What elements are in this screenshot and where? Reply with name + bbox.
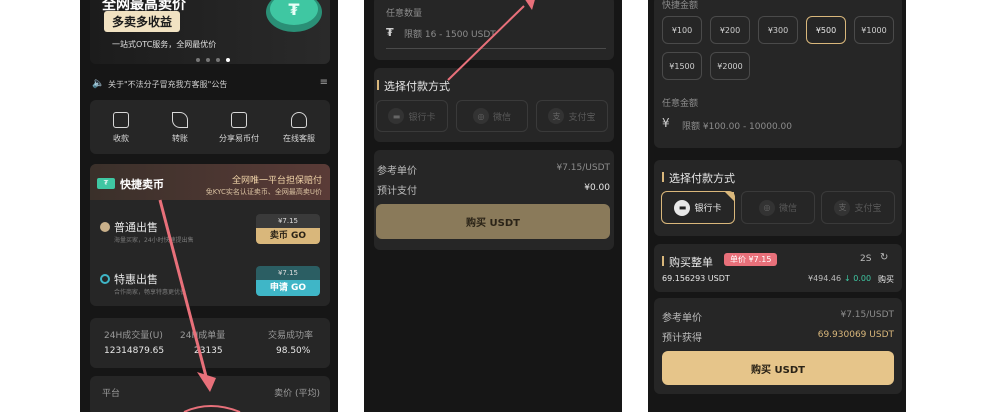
annotation-arrow [158,199,241,412]
summary-card: 参考单价 ¥7.15/USDT 预计获得 69.930069 USDT 购买 U… [654,298,902,394]
est-pay-label: 预计支付 [377,186,417,197]
selected-check-icon [725,192,734,201]
order-change: ↓ 0.00 [844,274,872,283]
ref-price-label: 参考单价 [377,166,417,177]
buy-screen-a: 任意数量 ₮ 限额 16 - 1500 USDT 选择付款方式 ▬ 银行卡 ◎ 微信… [364,0,622,412]
whole-order-title: 购买整单 [662,254,713,270]
amount-chip-500[interactable]: ¥500 [806,16,846,44]
alipay-icon: 支 [834,199,851,216]
method-alipay[interactable]: 支支付宝 [821,191,895,224]
amount-input[interactable]: 限额 ¥100.00 - 10000.00 [682,119,792,132]
unit-price-badge: 单价 ¥7.15 [724,253,778,266]
amount-chip-300[interactable]: ¥300 [758,16,798,44]
order-amount: 69.156293 USDT [662,274,730,283]
annotation-arrow [447,0,535,81]
wechat-icon: ◎ [758,199,775,216]
buy-usdt-button[interactable]: 购买 USDT [662,351,894,385]
buy-usdt-button[interactable]: 购买 USDT [376,204,610,239]
amount-chip-100[interactable]: ¥100 [662,16,702,44]
countdown: 2S [860,254,872,264]
amount-chip-2000[interactable]: ¥2000 [710,52,750,80]
refresh-icon[interactable]: ↻ [880,252,888,263]
est-get-value: 69.930069 USDT [817,330,894,340]
yen-icon: ¥ [662,116,670,130]
order-buy-link[interactable]: 购买 [878,274,894,285]
payment-card: 选择付款方式 ▬ 银行卡 ◎ 微信 支支付宝 [654,160,902,236]
home-screen: 全网最高卖价 多卖多收益 一站式OTC服务，全网最优价 ₮ 🔈 关于"不法分子冒… [80,0,338,412]
whole-order-card: 购买整单 单价 ¥7.15 2S ↻ 69.156293 USDT ¥494.4… [654,244,902,292]
quick-amount-label: 快捷金额 [662,1,699,11]
buy-screen-b: 快捷金额 ¥100 ¥200 ¥300 ¥500 ¥1000 ¥1500 ¥20… [648,0,906,412]
summary-card: 参考单价 ¥7.15/USDT 预计支付 ¥0.00 购买 USDT [374,150,614,250]
any-amount-label: 任意金额 [662,99,699,109]
bank-card-icon: ▬ [674,199,691,216]
est-get-label: 预计获得 [662,333,702,344]
est-pay-value: ¥0.00 [584,183,610,193]
payment-title: 选择付款方式 [662,170,735,186]
method-bank[interactable]: ▬ 银行卡 [661,191,735,224]
method-wechat[interactable]: ◎ 微信 [741,191,815,224]
amount-chip-1000[interactable]: ¥1000 [854,16,894,44]
amount-chip-1500[interactable]: ¥1500 [662,52,702,80]
ref-price-label: 参考单价 [662,313,702,324]
ref-price-value: ¥7.15/USDT [840,310,894,320]
amount-card: 快捷金额 ¥100 ¥200 ¥300 ¥500 ¥1000 ¥1500 ¥20… [654,0,902,148]
amount-chip-200[interactable]: ¥200 [710,16,750,44]
order-price: ¥494.46 [808,274,842,283]
ref-price-value: ¥7.15/USDT [556,163,610,173]
